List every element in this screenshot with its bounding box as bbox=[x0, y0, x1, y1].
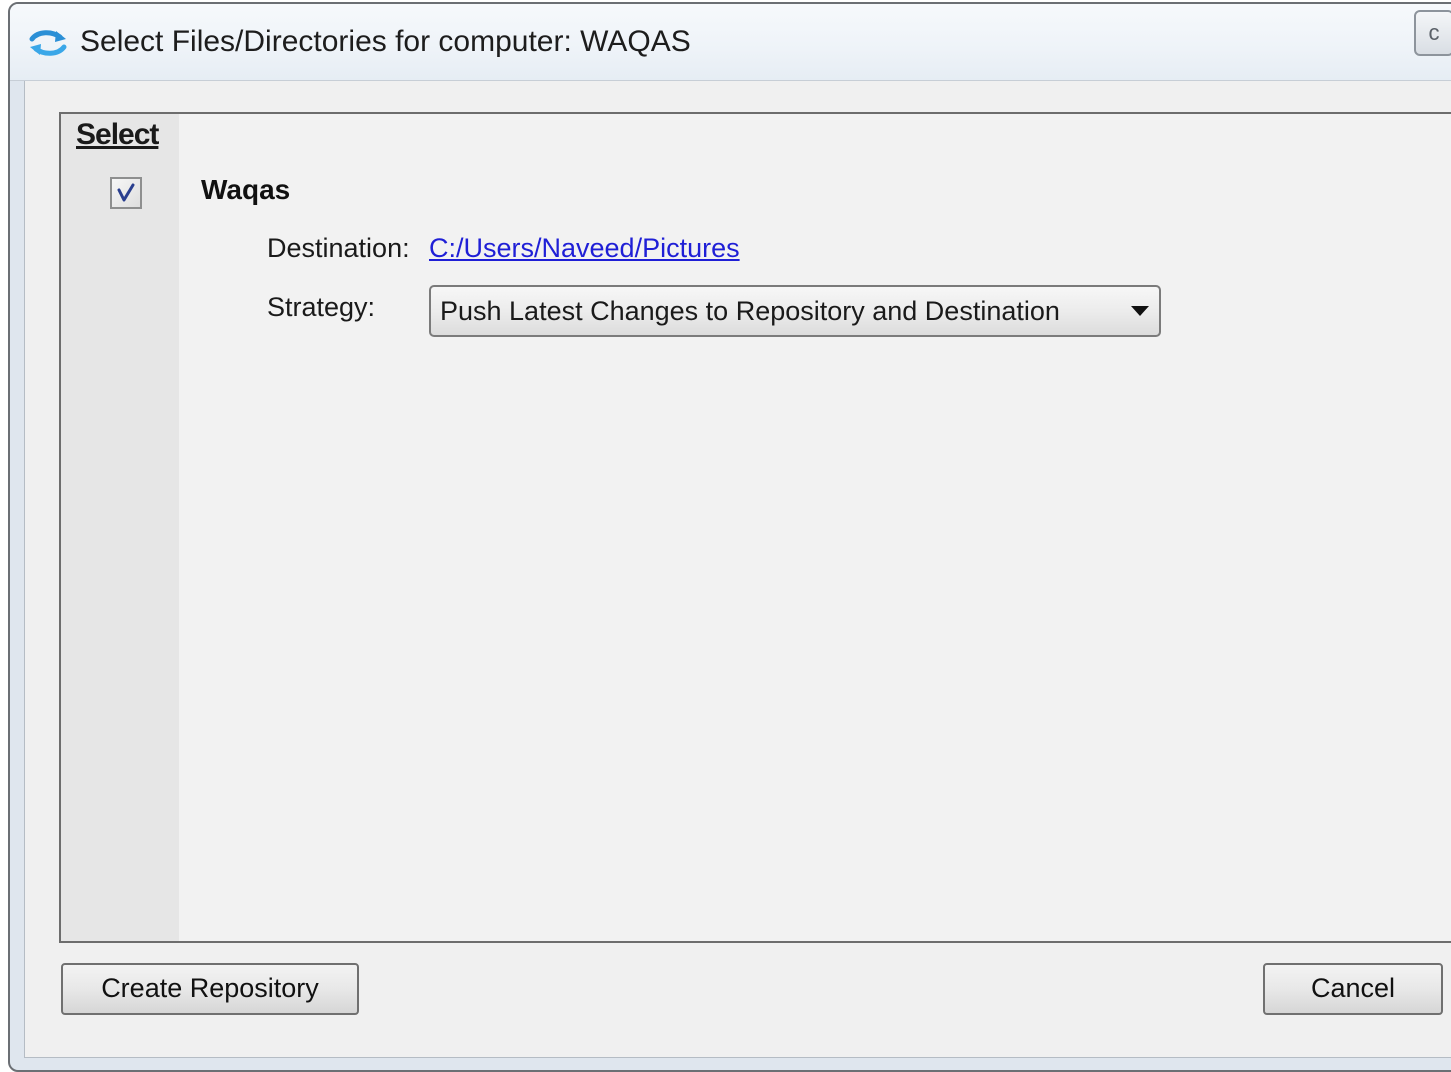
chevron-down-icon[interactable] bbox=[1131, 306, 1149, 316]
item-name: Waqas bbox=[201, 174, 291, 205]
strategy-label: Strategy: bbox=[267, 292, 376, 322]
title-bar[interactable]: Select Files/Directories for computer: W… bbox=[10, 4, 1451, 81]
item-checkbox[interactable] bbox=[110, 177, 142, 209]
checkmark-icon bbox=[117, 183, 135, 202]
strategy-selected-value: Push Latest Changes to Repository and De… bbox=[440, 296, 1060, 326]
create-repository-button[interactable]: Create Repository bbox=[61, 963, 359, 1015]
select-column: Select bbox=[61, 114, 179, 941]
sync-arrows-icon bbox=[28, 28, 68, 58]
dialog-body: Select Waqas Destination: C:/Users/Navee… bbox=[24, 81, 1451, 1058]
destination-link[interactable]: C:/Users/Naveed/Pictures bbox=[429, 233, 740, 264]
selection-panel: Select Waqas Destination: C:/Users/Navee… bbox=[59, 112, 1451, 943]
select-column-header[interactable]: Select bbox=[76, 118, 159, 152]
cancel-button[interactable]: Cancel bbox=[1263, 963, 1443, 1015]
strategy-dropdown[interactable]: Push Latest Changes to Repository and De… bbox=[429, 285, 1161, 337]
close-icon[interactable]: c bbox=[1414, 10, 1451, 56]
destination-label: Destination: bbox=[267, 233, 410, 263]
dialog-window: Select Files/Directories for computer: W… bbox=[8, 2, 1451, 1072]
window-title: Select Files/Directories for computer: W… bbox=[80, 25, 691, 58]
